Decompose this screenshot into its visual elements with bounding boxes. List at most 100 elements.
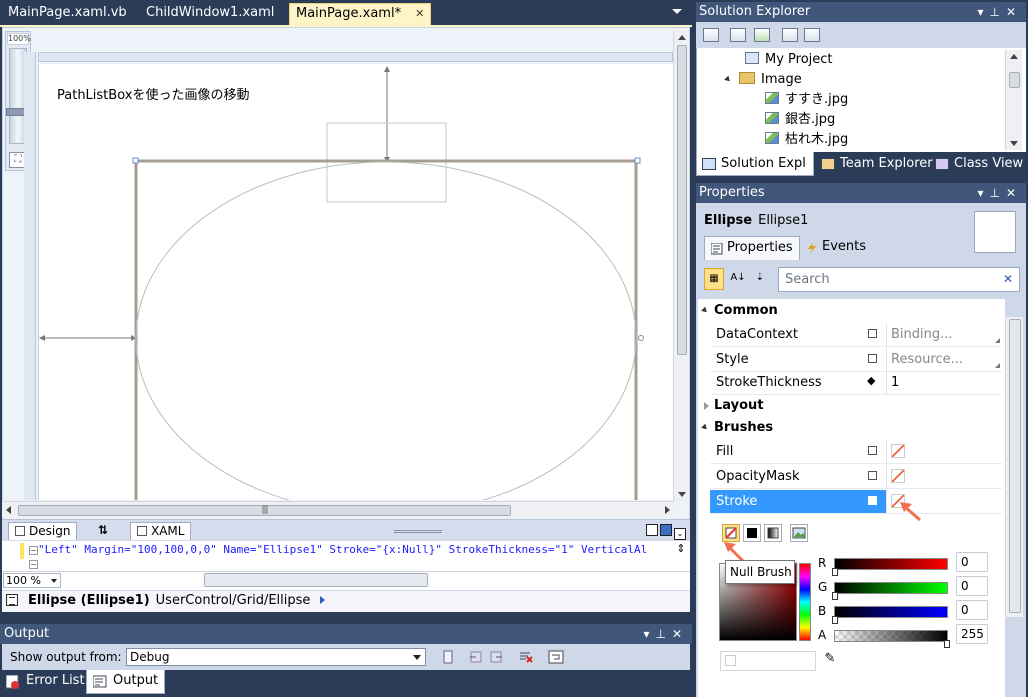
scroll-down-icon[interactable]	[678, 492, 686, 497]
tab-error-list[interactable]: Error List	[0, 670, 91, 694]
property-row-stroke[interactable]: Stroke	[710, 490, 1002, 514]
tab-events[interactable]: Events	[800, 236, 872, 260]
image-brush-button[interactable]	[790, 524, 808, 542]
element-name[interactable]: Ellipse1	[758, 213, 808, 228]
advanced-options-icon[interactable]	[868, 354, 877, 363]
designer-vertical-scrollbar[interactable]	[673, 31, 689, 501]
properties-icon[interactable]	[703, 28, 719, 42]
close-icon[interactable]: ✕	[1006, 5, 1022, 19]
breadcrumb-element[interactable]: Ellipse (Ellipse1)	[28, 593, 150, 608]
local-value-icon[interactable]: ◆	[867, 374, 876, 387]
show-all-files-icon[interactable]	[730, 28, 746, 42]
property-row-opacitymask[interactable]: OpacityMask	[710, 465, 1002, 489]
advanced-options-icon[interactable]	[868, 471, 877, 480]
breadcrumb-path[interactable]: UserControl/Grid/Ellipse	[156, 593, 311, 608]
pin-icon[interactable]: ⊥	[989, 186, 1005, 200]
property-value[interactable]	[886, 440, 1002, 463]
find-message-icon[interactable]	[440, 650, 456, 664]
slider-thumb[interactable]	[832, 568, 838, 576]
dropdown-icon[interactable]: ▾	[643, 627, 655, 641]
tab-design[interactable]: Design	[8, 522, 78, 540]
solid-brush-button[interactable]	[743, 524, 761, 542]
slider-thumb[interactable]	[832, 592, 838, 600]
tab-output[interactable]: Output	[86, 670, 166, 694]
tab-properties[interactable]: Properties	[704, 236, 800, 260]
swap-panes-icon[interactable]: ⇅	[98, 523, 108, 537]
slider-thumb[interactable]	[944, 640, 950, 648]
close-icon[interactable]: ✕	[415, 7, 424, 20]
category-common[interactable]: Common	[698, 300, 1005, 322]
alpha-value-input[interactable]: 255	[956, 624, 988, 644]
xaml-code-line[interactable]: "Left" Margin="100,100,0,0" Name="Ellips…	[38, 543, 668, 559]
property-row-style[interactable]: Style Resource...	[710, 348, 1002, 372]
gradient-brush-button[interactable]	[764, 524, 782, 542]
pin-icon[interactable]: ⊥	[655, 627, 671, 641]
scroll-thumb[interactable]: |||	[18, 505, 511, 516]
word-wrap-icon[interactable]	[548, 650, 564, 664]
tab-solution-explorer[interactable]: Solution Expl	[696, 152, 814, 176]
close-icon[interactable]: ✕	[1006, 186, 1022, 200]
view-designer-icon[interactable]	[804, 28, 820, 42]
green-slider[interactable]	[834, 582, 948, 594]
splitter-grip[interactable]	[394, 530, 442, 533]
collapse-icon[interactable]: −	[29, 546, 38, 555]
refresh-icon[interactable]	[754, 28, 770, 42]
scroll-left-icon[interactable]	[6, 506, 11, 514]
property-row-datacontext[interactable]: DataContext Binding...	[710, 323, 1002, 347]
expand-arrow-icon[interactable]	[724, 75, 732, 84]
category-layout[interactable]: Layout	[698, 395, 1005, 417]
artboard[interactable]: PathListBoxを使った画像の移動	[38, 64, 673, 500]
editor-horizontal-scroll-thumb[interactable]	[204, 573, 428, 587]
advanced-options-icon[interactable]	[868, 446, 877, 455]
view-code-icon[interactable]	[782, 28, 798, 42]
document-outline-icon[interactable]	[6, 594, 18, 606]
clear-all-icon[interactable]	[518, 650, 534, 664]
tree-item-file[interactable]: 枯れ木.jpg	[765, 130, 848, 150]
property-row-fill[interactable]: Fill	[710, 440, 1002, 464]
hue-slider[interactable]	[799, 563, 811, 641]
tab-team-explorer[interactable]: Team Explorer	[816, 152, 939, 176]
property-value[interactable]: Binding...	[886, 323, 1002, 346]
dropdown-icon[interactable]: ▾	[977, 186, 989, 200]
scroll-thumb[interactable]	[1009, 72, 1020, 88]
blue-value-input[interactable]: 0	[956, 600, 988, 620]
collapse-icon[interactable]: −	[29, 560, 38, 569]
eyedropper-icon[interactable]: ✎	[820, 651, 840, 671]
tab-xaml[interactable]: XAML	[130, 522, 192, 540]
designer-horizontal-scrollbar[interactable]: |||	[2, 501, 674, 518]
property-grid-scrollbar[interactable]	[1005, 317, 1023, 617]
horizontal-split-icon[interactable]	[660, 524, 672, 536]
scroll-up-icon[interactable]	[678, 35, 686, 40]
breadcrumb-arrow-icon[interactable]	[320, 596, 326, 604]
scroll-thumb[interactable]	[677, 45, 687, 355]
property-row-strokethickness[interactable]: StrokeThickness ◆ 1	[710, 371, 1002, 395]
tree-item-file[interactable]: 銀杏.jpg	[765, 110, 835, 130]
alpha-slider[interactable]	[834, 630, 948, 642]
red-value-input[interactable]: 0	[956, 552, 988, 572]
category-brushes[interactable]: Brushes	[698, 417, 1005, 439]
editor-split-icon[interactable]: ⇕	[674, 542, 688, 560]
collapse-pane-icon[interactable]: ⌄	[674, 528, 686, 540]
slider-thumb[interactable]	[832, 616, 838, 624]
property-value[interactable]: 1	[886, 371, 1002, 394]
previous-message-icon[interactable]	[468, 650, 484, 664]
property-value[interactable]	[886, 465, 1002, 488]
tab-class-view[interactable]: Class View	[930, 152, 1028, 176]
clear-search-icon[interactable]: ✕	[1003, 272, 1013, 286]
dropdown-icon[interactable]: ▾	[977, 5, 989, 19]
next-message-icon[interactable]	[488, 650, 504, 664]
pin-icon[interactable]: ⊥	[989, 5, 1005, 19]
vertical-split-icon[interactable]	[646, 524, 658, 536]
sort-alphabetical-icon[interactable]: A↓	[728, 268, 748, 290]
close-icon[interactable]: ✕	[672, 627, 688, 641]
scroll-up-icon[interactable]	[1010, 54, 1018, 59]
output-source-select[interactable]: Debug	[126, 648, 426, 666]
advanced-options-icon[interactable]	[868, 496, 877, 505]
tree-item-file[interactable]: すすき.jpg	[765, 90, 848, 110]
tab-childwindow1-xaml[interactable]: ChildWindow1.xaml	[140, 3, 280, 25]
editor-zoom-combo[interactable]: 100 %	[3, 573, 61, 588]
scroll-down-icon[interactable]	[1010, 141, 1018, 146]
red-slider[interactable]	[834, 558, 948, 570]
scroll-right-icon[interactable]	[665, 506, 670, 514]
tree-item-my-project[interactable]: My Project	[745, 50, 833, 70]
